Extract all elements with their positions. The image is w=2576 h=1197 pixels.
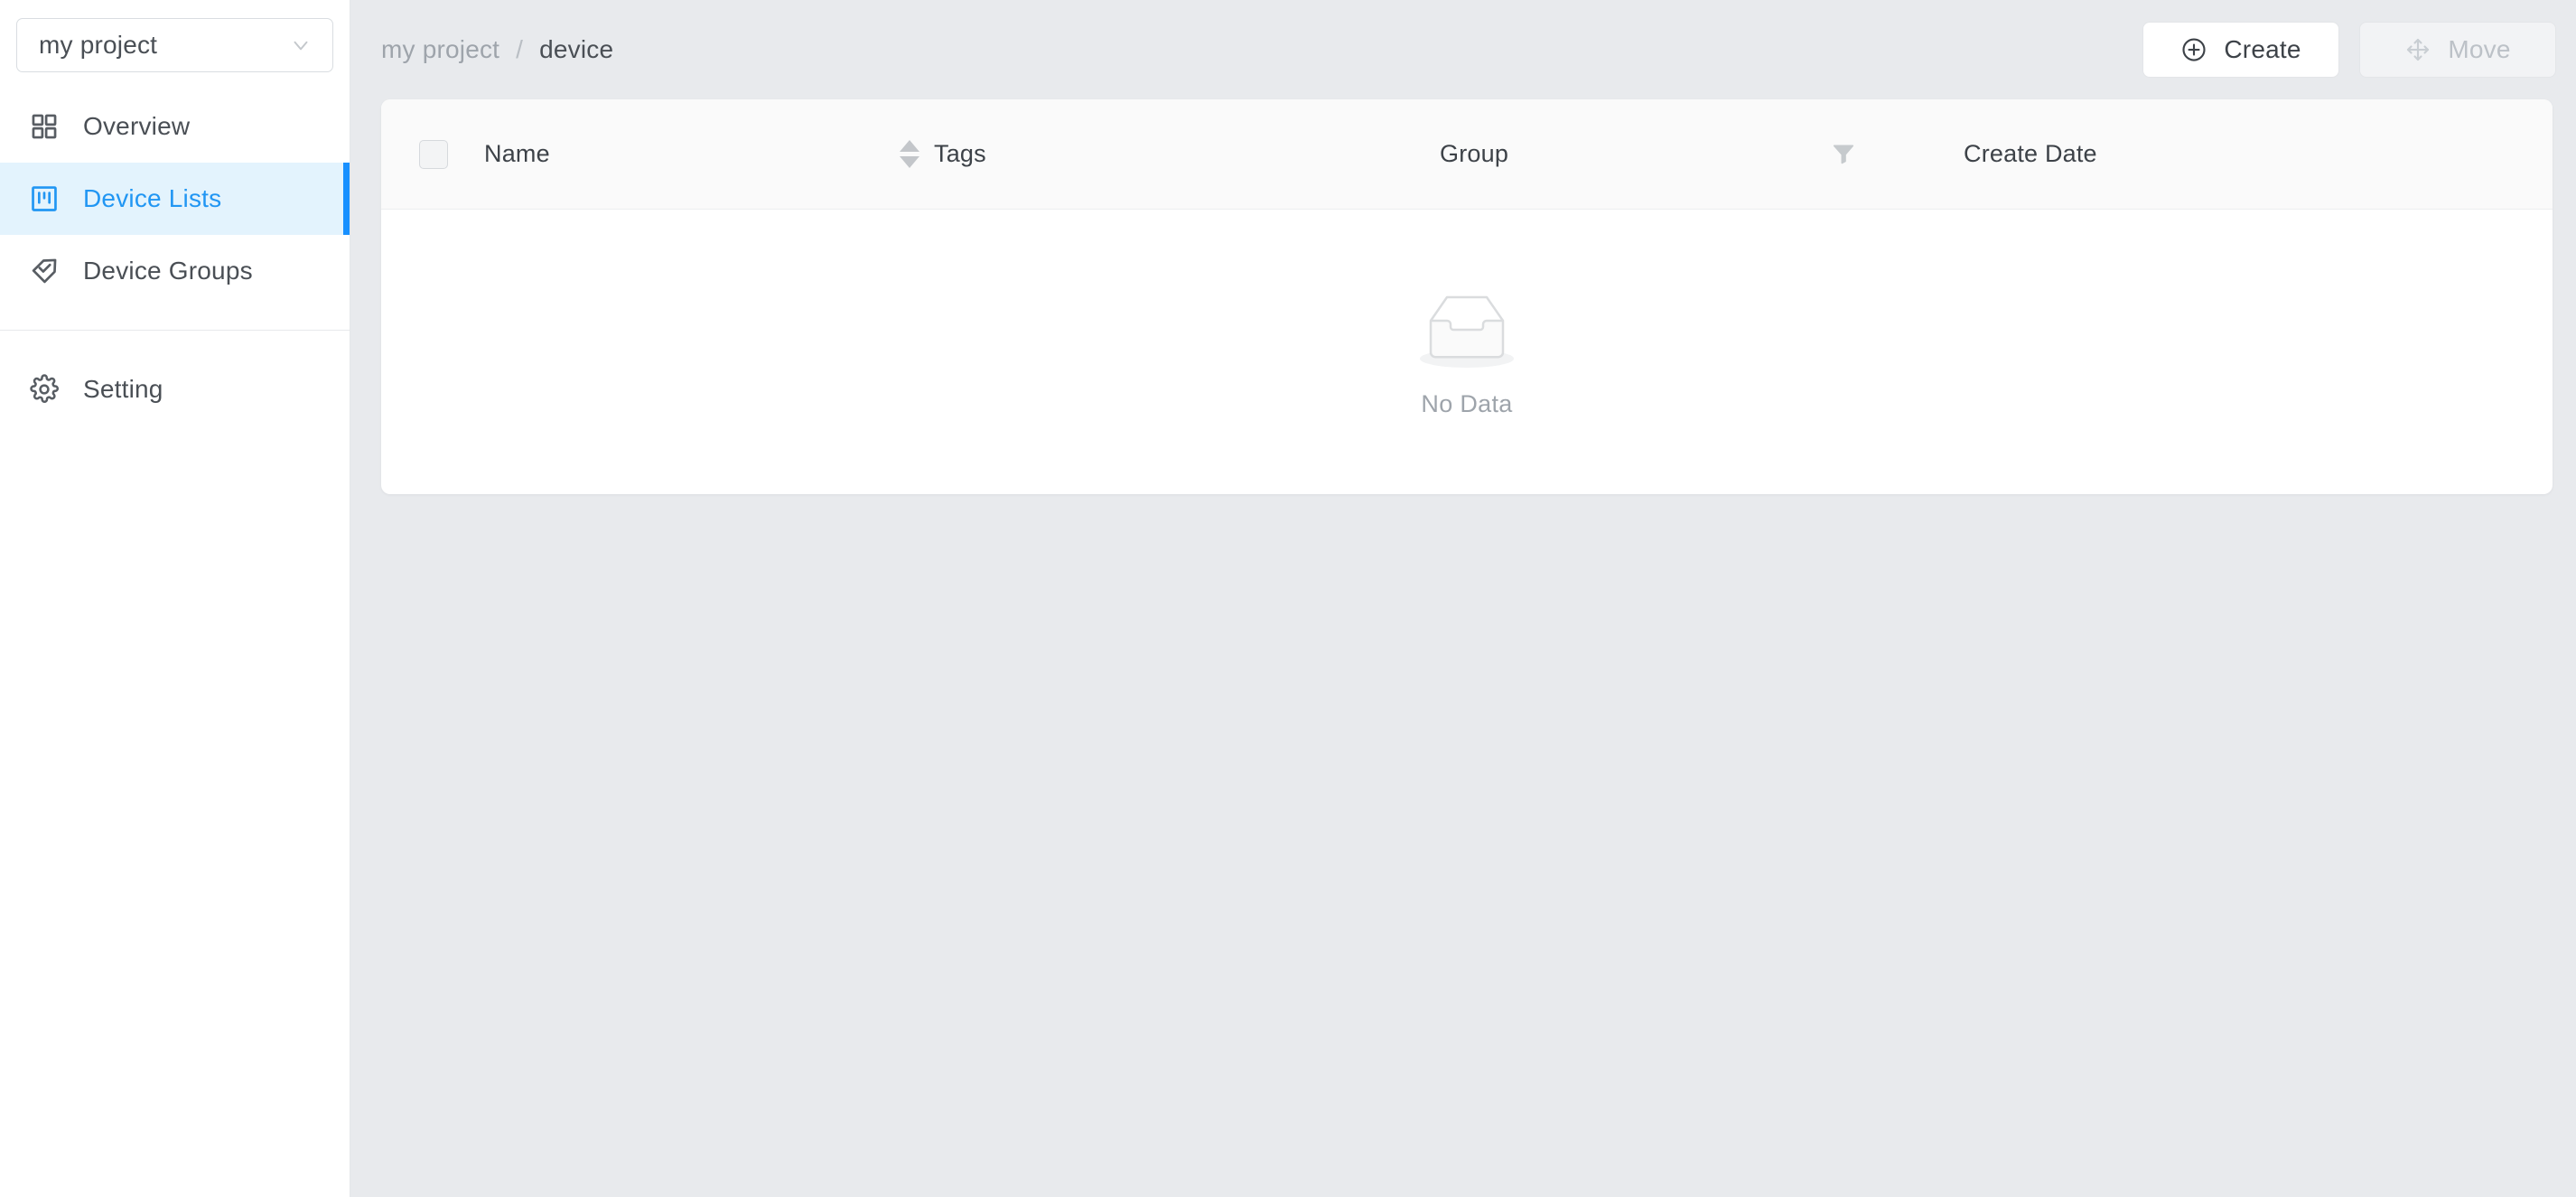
table-header-row: Name Tags Group Create Date — [381, 99, 2553, 210]
sidebar-item-label: Setting — [83, 375, 163, 403]
empty-state-text: No Data — [1421, 389, 1513, 417]
main-content: my project / device Create Move Name Tag… — [350, 0, 2576, 1197]
sidebar-item-label: Device Lists — [83, 184, 222, 212]
breadcrumb-current: device — [539, 35, 614, 63]
gear-icon — [29, 374, 60, 405]
sort-ascending-caret — [900, 140, 919, 152]
project-selector[interactable]: my project — [16, 18, 333, 72]
table-header-create-date: Create Date — [1964, 140, 2553, 168]
grid-icon — [29, 111, 60, 142]
create-button[interactable]: Create — [2142, 22, 2339, 78]
sidebar-nav: Overview Device Lists Device Groups Sett… — [0, 90, 350, 425]
filter-icon[interactable] — [1832, 142, 1855, 167]
empty-inbox-icon — [1408, 285, 1526, 372]
topbar-actions: Create Move — [2142, 22, 2556, 78]
breadcrumb-root[interactable]: my project — [381, 35, 499, 64]
topbar: my project / device Create Move — [350, 0, 2576, 99]
table-body-empty-state: No Data — [381, 210, 2553, 493]
move-arrows-icon — [2404, 36, 2431, 63]
project-selector-wrap: my project — [0, 0, 350, 72]
sort-arrows-icon[interactable] — [900, 140, 919, 168]
app-root: my project Overview Device Lists Device … — [0, 0, 2576, 1197]
column-label-tags: Tags — [934, 140, 986, 167]
kanban-icon — [29, 183, 60, 214]
project-selector-value: my project — [39, 31, 158, 59]
sidebar-item-setting[interactable]: Setting — [0, 353, 350, 425]
device-table-card: Name Tags Group Create Date No Data — [381, 99, 2553, 494]
chevron-down-icon — [289, 33, 313, 57]
column-label-create-date: Create Date — [1964, 140, 2097, 167]
column-label-group: Group — [1440, 140, 1509, 167]
breadcrumb-separator: / — [516, 35, 524, 63]
column-label-name: Name — [484, 140, 550, 167]
table-header-select — [381, 139, 468, 169]
sidebar: my project Overview Device Lists Device … — [0, 0, 350, 1197]
sidebar-item-overview[interactable]: Overview — [0, 90, 350, 163]
sidebar-item-label: Device Groups — [83, 257, 253, 285]
move-button[interactable]: Move — [2359, 22, 2556, 78]
create-button-label: Create — [2224, 35, 2301, 63]
plus-circle-icon — [2180, 36, 2207, 63]
sidebar-item-label: Overview — [83, 112, 191, 140]
sidebar-item-device-lists[interactable]: Device Lists — [0, 163, 350, 235]
move-button-label: Move — [2448, 35, 2511, 63]
breadcrumb: my project / device — [381, 35, 613, 64]
sort-descending-caret — [900, 156, 919, 168]
sidebar-item-device-groups[interactable]: Device Groups — [0, 235, 350, 307]
table-header-name[interactable]: Name — [468, 140, 934, 168]
table-header-tags: Tags — [934, 140, 1440, 168]
table-header-group: Group — [1440, 140, 1964, 168]
tag-check-icon — [29, 256, 60, 286]
select-all-checkbox[interactable] — [419, 139, 448, 169]
